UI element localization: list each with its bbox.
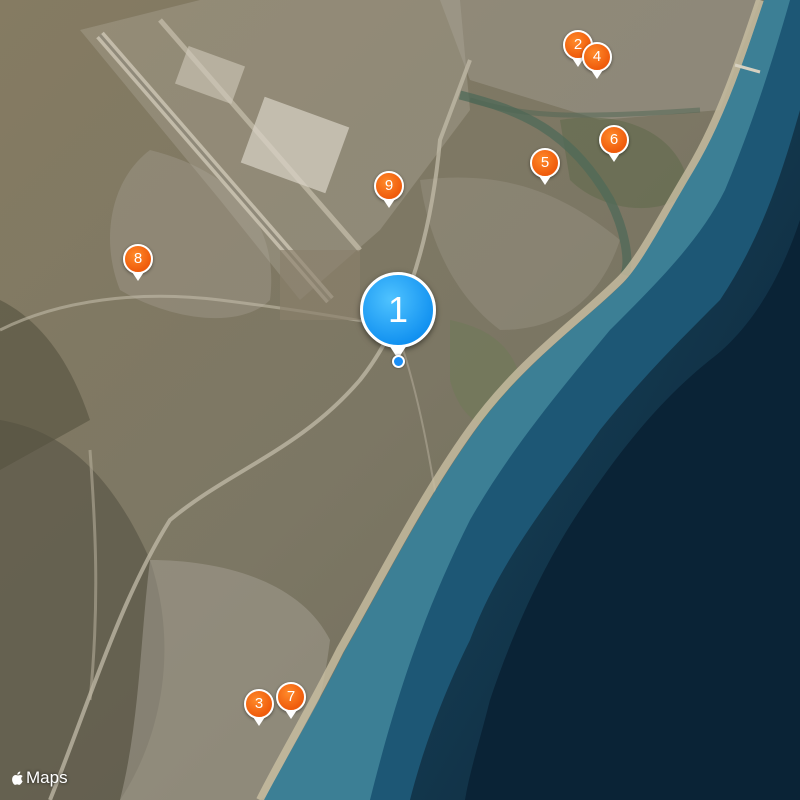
pin-label: 5 xyxy=(530,148,560,178)
pin-pointer xyxy=(539,176,551,185)
pin-pointer xyxy=(285,710,297,719)
map-pin-8[interactable]: 8 xyxy=(123,244,153,281)
pin-label: 6 xyxy=(599,125,629,155)
pin-pointer xyxy=(608,153,620,162)
maps-attribution[interactable]: Maps xyxy=(12,768,68,788)
pin-pointer xyxy=(253,717,265,726)
pin-label: 8 xyxy=(123,244,153,274)
satellite-map[interactable]: 1 2 4 6 5 9 8 3 7 Maps xyxy=(0,0,800,800)
apple-logo-icon xyxy=(12,771,23,785)
map-pin-6[interactable]: 6 xyxy=(599,125,629,162)
pin-pointer xyxy=(132,272,144,281)
primary-location-pin[interactable]: 1 xyxy=(360,272,436,359)
pin-label: 9 xyxy=(374,171,404,201)
attribution-label: Maps xyxy=(26,768,68,787)
pin-pointer xyxy=(383,199,395,208)
location-dot xyxy=(392,355,405,368)
pin-label: 7 xyxy=(276,682,306,712)
map-pin-4[interactable]: 4 xyxy=(582,42,612,79)
map-imagery xyxy=(0,0,800,800)
pin-label: 4 xyxy=(582,42,612,72)
pin-pointer xyxy=(591,70,603,79)
map-pin-5[interactable]: 5 xyxy=(530,148,560,185)
pin-label: 3 xyxy=(244,689,274,719)
map-pin-7[interactable]: 7 xyxy=(276,682,306,719)
map-pin-9[interactable]: 9 xyxy=(374,171,404,208)
pin-label: 1 xyxy=(360,272,436,348)
map-pin-3[interactable]: 3 xyxy=(244,689,274,726)
